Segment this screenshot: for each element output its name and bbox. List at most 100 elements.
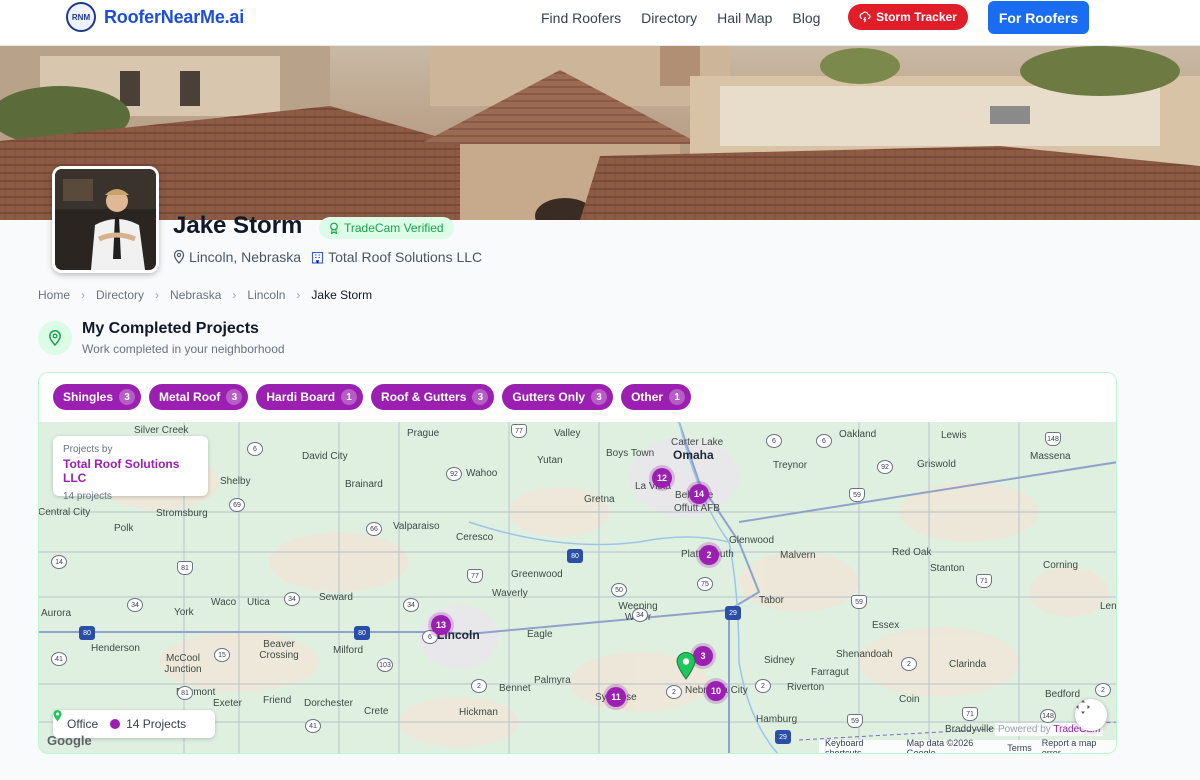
route-shield: 34 [403, 598, 419, 612]
route-shield: 71 [962, 707, 978, 721]
route-shield: 2 [1095, 683, 1111, 697]
map-place: Treynor [773, 460, 808, 471]
project-cluster-marker[interactable]: 11 [606, 687, 626, 707]
route-shield: 77 [511, 424, 527, 438]
filter-metal-roof[interactable]: Metal Roof 3 [149, 384, 249, 410]
route-shield: 81 [177, 686, 193, 700]
route-shield: 41 [305, 719, 321, 733]
google-logo: Google [47, 733, 92, 748]
project-dot-icon [110, 719, 121, 729]
terms-link[interactable]: Terms [1007, 743, 1032, 753]
keyboard-shortcuts-link[interactable]: Keyboard shortcuts [825, 738, 897, 754]
chevron-right-icon: › [296, 288, 301, 302]
map-place: Eagle [527, 629, 553, 640]
map-place: Boys Town [606, 448, 655, 459]
for-roofers-button[interactable]: For Roofers [988, 1, 1089, 34]
projects-map[interactable]: Silver Creek Prague Valley Oakland Lewis… [39, 422, 1116, 754]
profile-company-text: Total Roof Solutions LLC [328, 249, 483, 265]
storm-tracker-button[interactable]: Storm Tracker [848, 4, 968, 30]
chevron-right-icon: › [232, 288, 237, 302]
logo-badge-icon: RNM [66, 2, 96, 32]
chip-count: 3 [119, 389, 136, 405]
legend-office-label: Office [67, 717, 99, 731]
nav-directory[interactable]: Directory [641, 10, 697, 26]
expand-icon [1076, 700, 1090, 714]
nav-hail-map[interactable]: Hail Map [717, 10, 772, 26]
breadcrumb-current: Jake Storm [311, 288, 373, 302]
chevron-right-icon: › [81, 288, 86, 302]
route-shield: 6 [766, 434, 782, 448]
route-shield: 71 [976, 574, 992, 588]
map-place: Brainard [345, 479, 383, 490]
map-place: Braddyville [945, 724, 994, 735]
chip-count: 3 [591, 389, 608, 405]
map-place: Corning [1043, 560, 1079, 571]
interstate-shield: 80 [567, 549, 583, 563]
route-shield: 2 [471, 679, 487, 693]
section-title: My Completed Projects [82, 320, 259, 337]
nav-find-roofers[interactable]: Find Roofers [541, 10, 621, 26]
map-place: Exeter [213, 698, 242, 709]
map-attribution: Keyboard shortcuts Map data ©2026 Google… [819, 738, 1116, 754]
route-shield: 41 [51, 652, 67, 666]
award-icon [330, 222, 338, 234]
filter-roof-gutters[interactable]: Roof & Gutters 3 [371, 384, 495, 410]
interstate-shield: 29 [775, 730, 791, 744]
route-shield: 34 [632, 608, 648, 622]
filter-shingles[interactable]: Shingles 3 [53, 384, 142, 410]
breadcrumb-directory[interactable]: Directory [96, 288, 144, 302]
chip-count: 3 [226, 389, 243, 405]
map-place: Wahoo [466, 468, 498, 479]
fullscreen-button[interactable] [1075, 699, 1107, 731]
profile-company[interactable]: Total Roof Solutions LLC [311, 249, 482, 265]
hero-banner [0, 46, 1200, 220]
map-place: Gretna [584, 494, 615, 505]
map-place: Coin [899, 694, 920, 705]
filter-hardi-board[interactable]: Hardi Board 1 [256, 384, 364, 410]
hero-rooftops-image [0, 46, 1200, 220]
profile-avatar [52, 166, 159, 273]
route-shield: 14 [51, 555, 67, 569]
chip-count: 3 [472, 389, 489, 405]
map-place: Beaver Crossing [259, 639, 299, 661]
chip-count: 1 [669, 389, 686, 405]
map-place: Massena [1030, 451, 1071, 462]
office-pin-icon [53, 710, 62, 722]
map-place: Dorchester [304, 698, 353, 709]
project-cluster-marker[interactable]: 14 [689, 484, 709, 504]
filter-other[interactable]: Other 1 [621, 384, 692, 410]
project-cluster-marker[interactable]: 10 [706, 681, 726, 701]
map-place: Polk [114, 523, 134, 534]
chip-label: Metal Roof [159, 390, 221, 404]
map-place: Friend [263, 695, 292, 706]
projects-by-company[interactable]: Total Roof Solutions LLC [63, 457, 198, 485]
project-cluster-marker[interactable]: 13 [431, 615, 451, 635]
project-cluster-marker[interactable]: 3 [693, 646, 713, 666]
map-place: Prague [407, 428, 440, 439]
chip-label: Roof & Gutters [381, 390, 467, 404]
logo[interactable]: RNM RooferNearMe.ai [66, 2, 244, 32]
filter-chips: Shingles 3 Metal Roof 3 Hardi Board 1 Roof … [53, 384, 692, 410]
breadcrumb-lincoln[interactable]: Lincoln [247, 288, 285, 302]
map-place: York [174, 607, 194, 618]
project-cluster-marker[interactable]: 2 [699, 545, 719, 565]
map-place: Shelby [220, 476, 251, 487]
map-place: McCool Junction [164, 653, 202, 675]
map-place: Essex [872, 620, 900, 631]
route-shield: 15 [214, 648, 230, 662]
breadcrumb-nebraska[interactable]: Nebraska [170, 288, 221, 302]
map-place: Hickman [459, 707, 498, 718]
filter-gutters-only[interactable]: Gutters Only 3 [502, 384, 614, 410]
chip-count: 1 [341, 389, 358, 405]
breadcrumb-home[interactable]: Home [38, 288, 70, 302]
route-shield: 34 [284, 592, 300, 606]
route-shield: 50 [611, 583, 627, 597]
route-shield: 92 [877, 460, 893, 474]
project-cluster-marker[interactable]: 12 [652, 468, 672, 488]
report-error-link[interactable]: Report a map error [1042, 738, 1112, 754]
projects-by-count: 14 projects [63, 491, 112, 502]
route-shield: 69 [229, 498, 245, 512]
office-location-pin-icon[interactable] [676, 652, 696, 680]
map-place: Carter Lake [671, 437, 724, 448]
nav-blog[interactable]: Blog [792, 10, 820, 26]
